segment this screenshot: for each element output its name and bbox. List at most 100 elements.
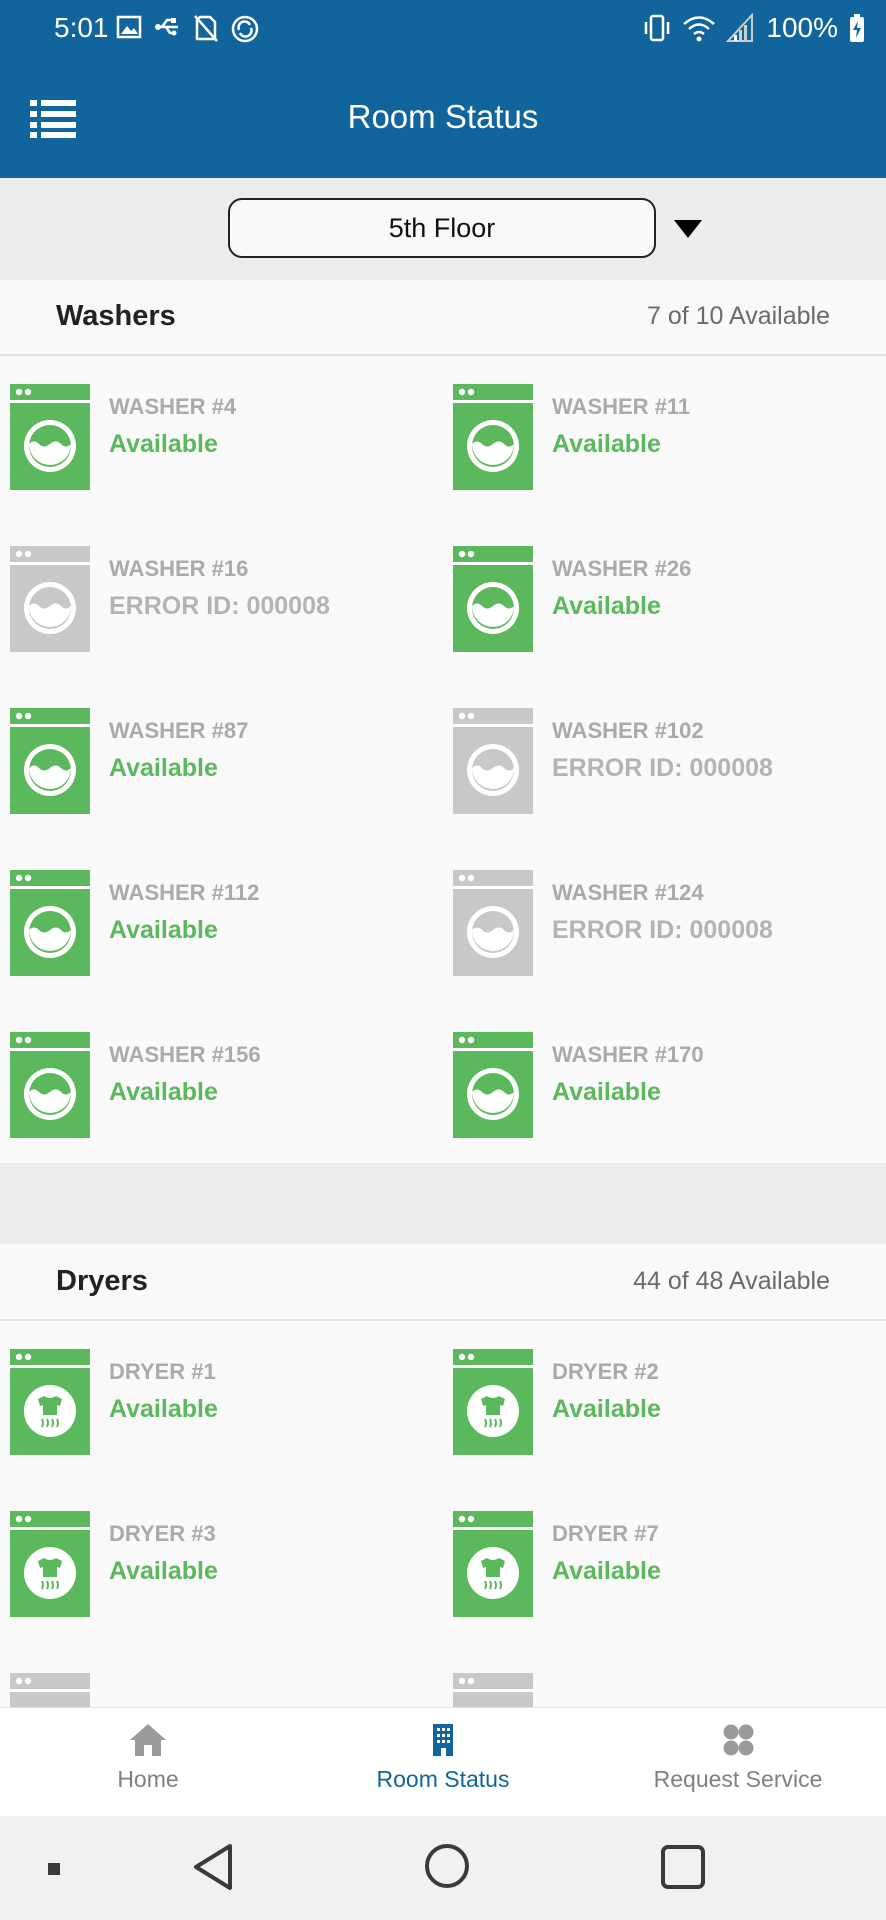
wifi-icon <box>683 16 716 42</box>
nav-label: Request Service <box>653 1766 823 1792</box>
dryer-status: Available <box>109 1557 218 1585</box>
washer-status: Available <box>552 1078 661 1106</box>
washer-tile[interactable]: WASHER #11 Available <box>453 384 873 494</box>
nav-label: Home <box>117 1766 179 1792</box>
battery-level: 100% <box>766 12 838 43</box>
dryer-tile[interactable]: DRYER #7 Available <box>453 1511 873 1621</box>
washer-icon <box>453 384 533 490</box>
nav-label: Room Status <box>376 1766 510 1792</box>
image-icon <box>116 15 142 39</box>
washer-icon <box>10 384 90 490</box>
home-circle-icon[interactable] <box>423 1842 471 1890</box>
washer-tile[interactable]: WASHER #4 Available <box>10 384 430 494</box>
building-icon <box>433 1724 453 1756</box>
washer-name: WASHER #156 <box>109 1042 261 1067</box>
dryer-icon <box>10 1349 90 1455</box>
washer-tile[interactable]: WASHER #156 Available <box>10 1032 430 1142</box>
no-sim-icon <box>194 15 218 42</box>
bottom-nav: Home Room Status Request Service <box>0 1707 886 1817</box>
washer-tile[interactable]: WASHER #87 Available <box>10 708 430 818</box>
washer-icon <box>10 870 90 976</box>
floor-bar: 5th Floor <box>0 178 886 280</box>
grid-dots-icon <box>723 1724 754 1756</box>
washer-name: WASHER #16 <box>109 556 249 581</box>
dryer-tile-partial[interactable] <box>10 1673 430 1707</box>
washer-status: Available <box>109 430 218 458</box>
dryer-icon <box>10 1511 90 1617</box>
usb-icon <box>155 18 178 36</box>
washer-status: Available <box>109 754 218 782</box>
washer-icon <box>453 546 533 652</box>
washer-name: WASHER #112 <box>109 880 260 905</box>
dryer-name: DRYER #1 <box>109 1359 216 1384</box>
washer-name: WASHER #4 <box>109 394 237 419</box>
dryer-tile[interactable]: DRYER #1 Available <box>10 1349 430 1459</box>
dryer-status: Available <box>552 1557 661 1585</box>
washers-grid: WASHER #4 Available WASHER #11 Available WAS… <box>0 356 886 1163</box>
washer-status: Available <box>552 430 661 458</box>
dryers-header: Dryers 44 of 48 Available <box>0 1245 886 1321</box>
dryer-status: Available <box>109 1395 218 1423</box>
dryer-icon <box>10 1673 90 1707</box>
app-bar: Room Status <box>0 58 886 178</box>
dryer-icon <box>453 1673 533 1707</box>
status-bar: 5:01 100% <box>0 0 886 58</box>
washer-status: ERROR ID: 000008 <box>552 916 773 944</box>
recents-dot-icon <box>48 1863 60 1875</box>
page-title: Room Status <box>347 98 539 135</box>
washer-tile[interactable]: WASHER #112 Available <box>10 870 430 980</box>
washer-tile[interactable]: WASHER #170 Available <box>453 1032 873 1142</box>
section-title: Washers <box>56 300 176 332</box>
washer-icon <box>453 708 533 814</box>
washer-status: Available <box>109 1078 218 1106</box>
washer-status: ERROR ID: 000008 <box>109 592 330 620</box>
dryer-tile[interactable]: DRYER #3 Available <box>10 1511 430 1621</box>
dropdown-caret-icon[interactable] <box>674 220 702 238</box>
dryer-status: Available <box>552 1395 661 1423</box>
washer-name: WASHER #26 <box>552 556 692 581</box>
washer-icon <box>453 870 533 976</box>
washer-status: ERROR ID: 000008 <box>552 754 773 782</box>
washer-tile[interactable]: WASHER #102 ERROR ID: 000008 <box>453 708 873 818</box>
nav-home[interactable]: Home <box>48 1708 248 1817</box>
washer-status: Available <box>109 916 218 944</box>
dryers-grid: DRYER #1 Available DRYER #2 Available DRYER … <box>0 1321 886 1707</box>
availability-count: 7 of 10 Available <box>646 302 830 330</box>
status-time: 5:01 <box>54 12 109 43</box>
battery-icon <box>850 14 864 42</box>
floor-select[interactable]: 5th Floor <box>228 198 656 258</box>
sync-icon <box>231 15 259 43</box>
washer-status: Available <box>552 592 661 620</box>
home-icon <box>130 1724 166 1756</box>
washer-name: WASHER #11 <box>552 394 691 419</box>
system-nav-bar <box>0 1816 886 1920</box>
dryer-icon <box>453 1349 533 1455</box>
overview-square-icon[interactable] <box>660 1844 706 1890</box>
washer-icon <box>10 708 90 814</box>
washer-tile[interactable]: WASHER #124 ERROR ID: 000008 <box>453 870 873 980</box>
dryer-icon <box>453 1511 533 1617</box>
washer-icon <box>10 1032 90 1138</box>
dryer-name: DRYER #2 <box>552 1359 659 1384</box>
dryer-name: DRYER #3 <box>109 1521 216 1546</box>
section-divider <box>0 1163 886 1244</box>
washer-icon <box>453 1032 533 1138</box>
washer-name: WASHER #102 <box>552 718 704 743</box>
washer-name: WASHER #87 <box>109 718 249 743</box>
washer-tile[interactable]: WASHER #16 ERROR ID: 000008 <box>10 546 430 656</box>
signal-icon <box>726 13 754 42</box>
dryer-tile-partial[interactable] <box>453 1673 873 1707</box>
back-icon[interactable] <box>190 1842 236 1892</box>
nav-room-status[interactable]: Room Status <box>343 1708 543 1817</box>
availability-count: 44 of 48 Available <box>633 1267 830 1295</box>
dryer-name: DRYER #7 <box>552 1521 659 1546</box>
washers-header: Washers 7 of 10 Available <box>0 280 886 356</box>
vibrate-icon <box>645 14 670 42</box>
washer-name: WASHER #124 <box>552 880 704 905</box>
washer-icon <box>10 546 90 652</box>
nav-request-service[interactable]: Request Service <box>638 1708 838 1817</box>
section-title: Dryers <box>56 1265 148 1297</box>
washer-tile[interactable]: WASHER #26 Available <box>453 546 873 656</box>
dryer-tile[interactable]: DRYER #2 Available <box>453 1349 873 1459</box>
washer-name: WASHER #170 <box>552 1042 704 1067</box>
